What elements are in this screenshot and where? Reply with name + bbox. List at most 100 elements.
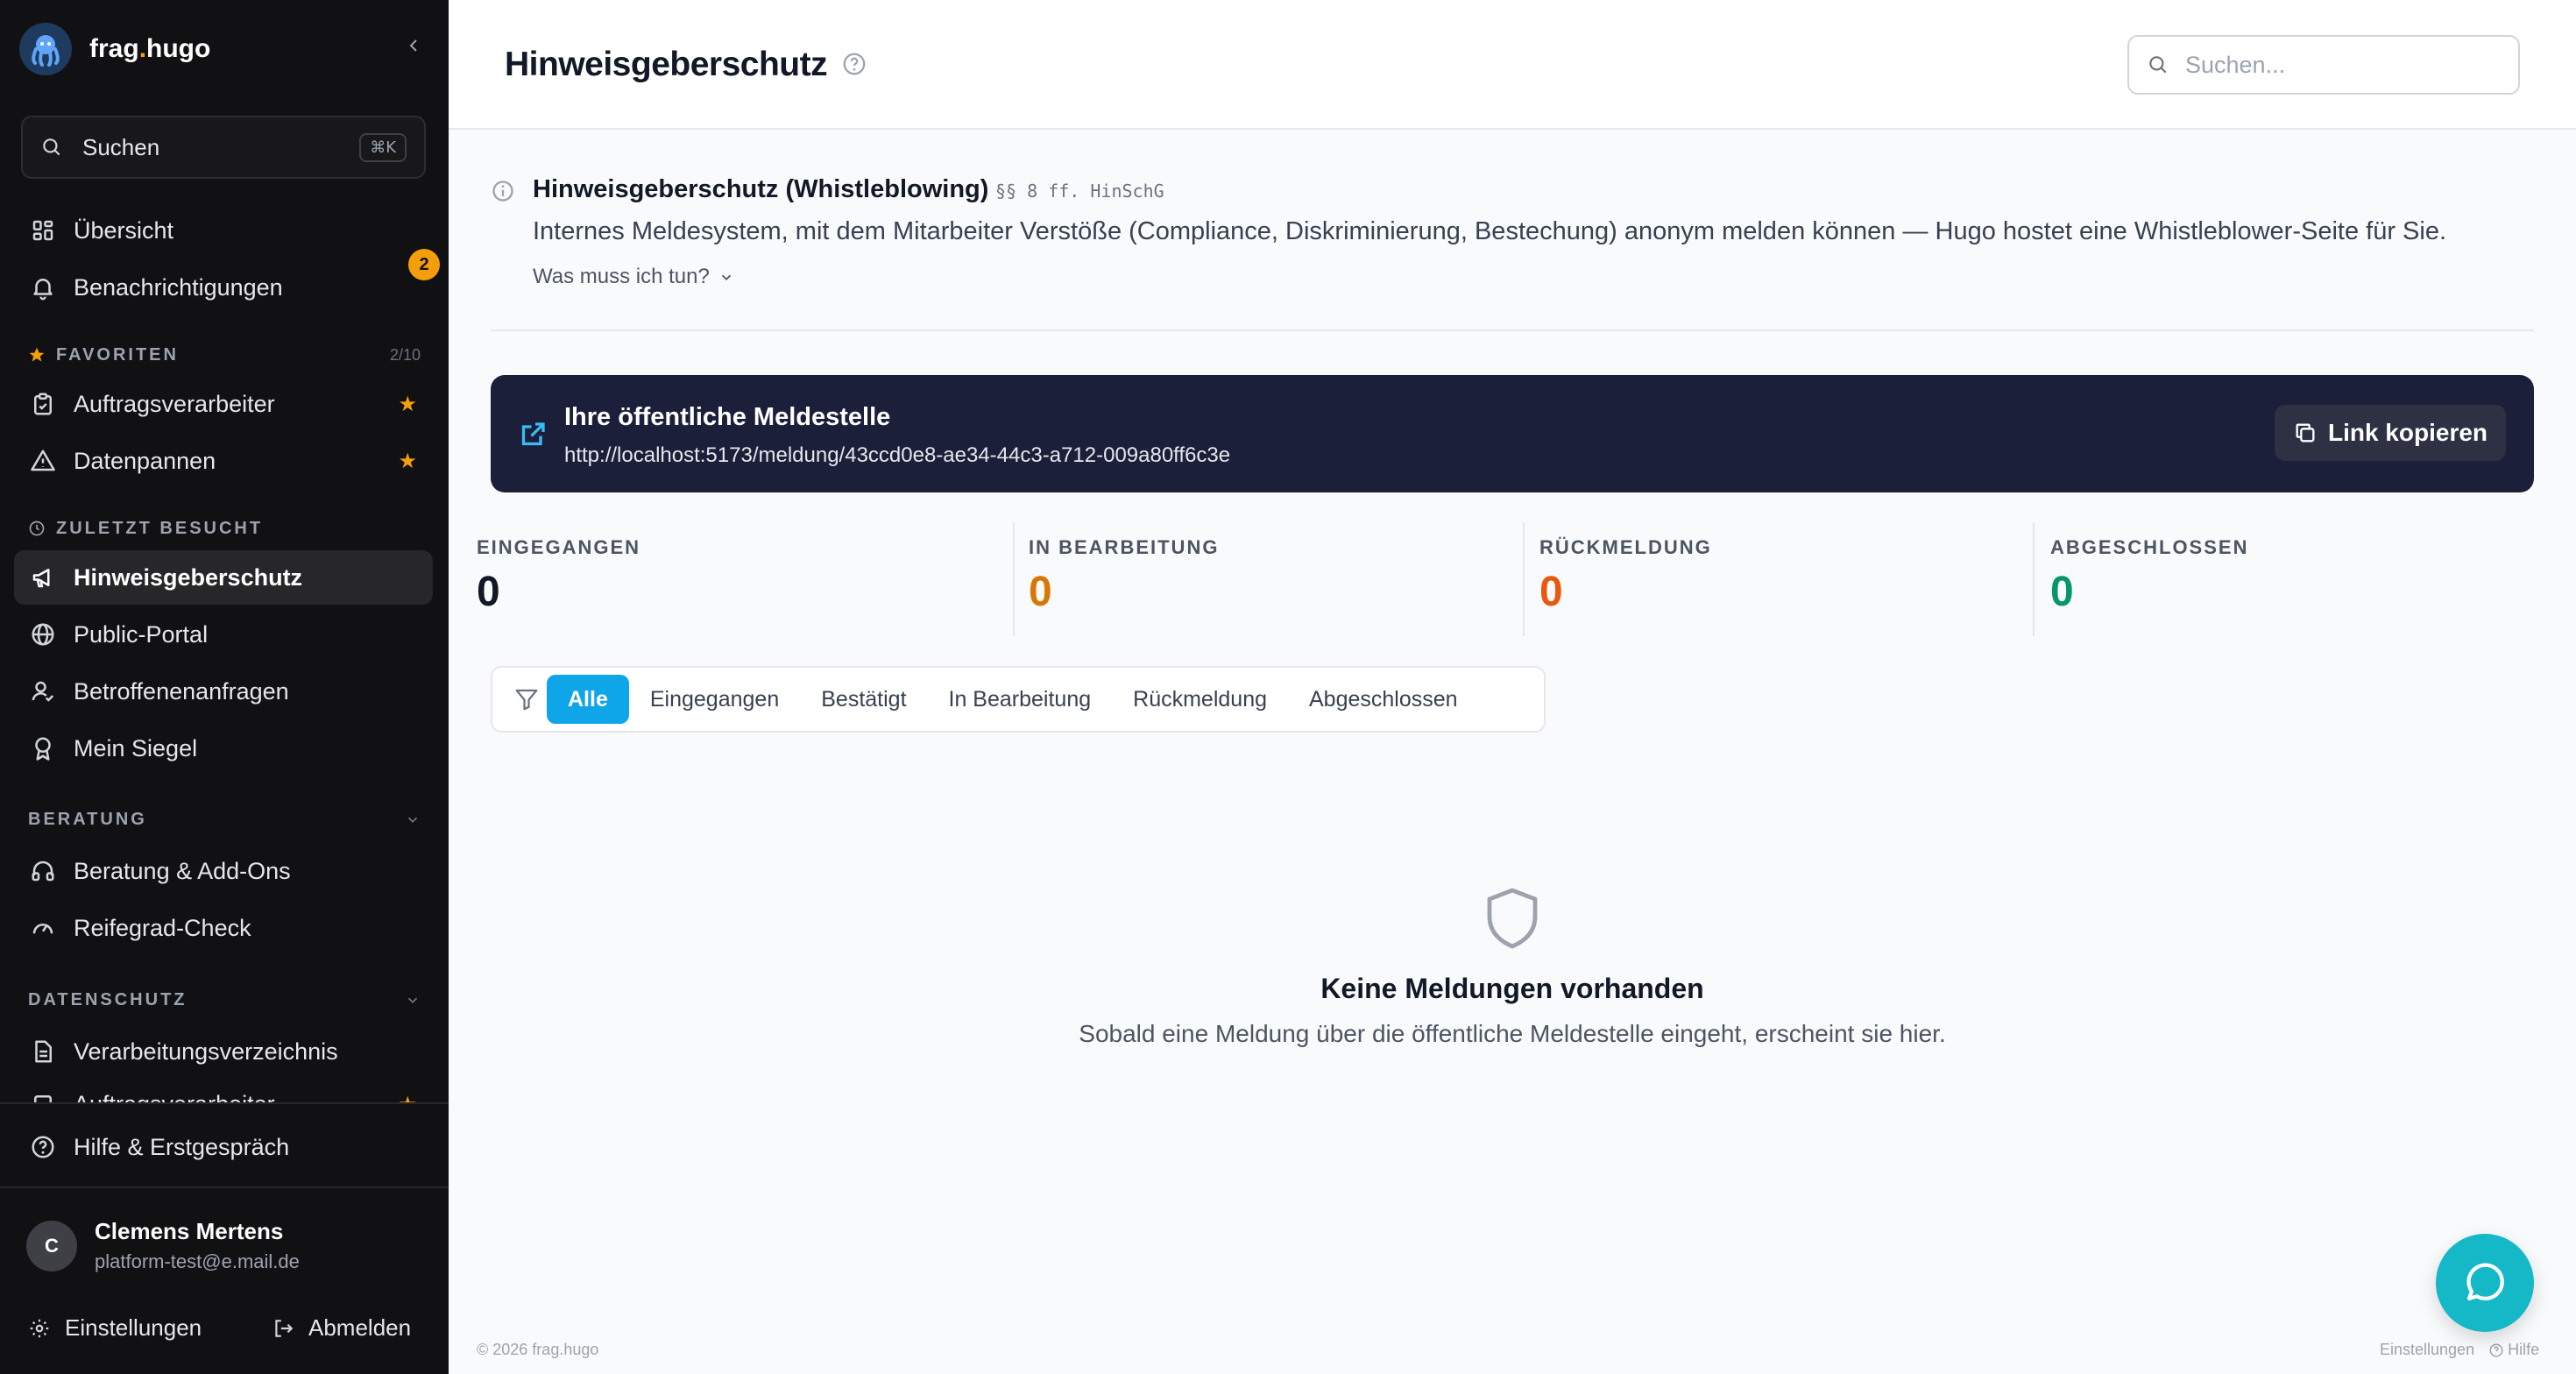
- filter-eingegangen[interactable]: Eingegangen: [629, 675, 800, 724]
- footer-settings-link[interactable]: Einstellungen: [2380, 1341, 2474, 1359]
- sidebar-search[interactable]: Suchen ⌘K: [21, 116, 426, 179]
- favorite-star-icon[interactable]: ★: [398, 449, 417, 474]
- user-name: Clemens Mertens: [95, 1218, 284, 1244]
- filter-rueckmeldung[interactable]: Rückmeldung: [1112, 675, 1288, 724]
- sidebar-item-label: Auftragsverarbeiter: [74, 390, 275, 417]
- sidebar-item-verarbeitungsverzeichnis[interactable]: Verarbeitungsverzeichnis: [14, 1024, 433, 1079]
- sidebar-item-reifegrad-check[interactable]: Reifegrad-Check: [14, 901, 433, 955]
- sidebar-item-label: Hinweisgeberschutz: [74, 563, 303, 591]
- copyright: © 2026 frag.hugo: [477, 1341, 599, 1358]
- sidebar-item-benachrichtigungen[interactable]: Benachrichtigungen: [14, 260, 433, 315]
- user-email: platform-test@e.mail.de: [95, 1250, 300, 1272]
- sidebar: frag.hugo Suchen ⌘K Übersicht Benachrich…: [0, 0, 449, 1374]
- chat-button[interactable]: [2436, 1234, 2534, 1332]
- sidebar-item-label: Benachrichtigungen: [74, 273, 283, 301]
- divider: [0, 1102, 449, 1104]
- banner-title: Ihre öffentliche Meldestelle: [564, 403, 891, 431]
- chevron-down-icon: [721, 274, 731, 280]
- stat-label: RÜCKMELDUNG: [1539, 536, 1712, 558]
- sidebar-item-auftragsverarbeiter-fav[interactable]: Auftragsverarbeiter ★: [14, 377, 433, 431]
- stat-label: IN BEARBEITUNG: [1029, 536, 1220, 558]
- sidebar-item-mein-siegel[interactable]: Mein Siegel: [14, 721, 433, 776]
- help-circle-icon[interactable]: [841, 51, 867, 77]
- sidebar-item-public-portal[interactable]: Public-Portal: [14, 607, 433, 662]
- help-circle-icon: [2489, 1343, 2503, 1356]
- user-check-icon: [32, 681, 54, 702]
- search-shortcut: ⌘K: [359, 132, 407, 162]
- chat-bubble-icon: [2466, 1263, 2504, 1301]
- sidebar-search-label: Suchen: [82, 133, 160, 160]
- favorite-star-icon[interactable]: ★: [398, 392, 417, 417]
- filter-alle[interactable]: Alle: [547, 675, 629, 724]
- sidebar-item-beratung-addons[interactable]: Beratung & Add-Ons: [14, 844, 433, 898]
- sidebar-item-label: Mein Siegel: [74, 734, 198, 761]
- stat-eingegangen: EINGEGANGEN 0: [477, 522, 640, 636]
- clipboard-icon: [34, 393, 52, 415]
- sidebar-item-hilfe[interactable]: Hilfe & Erstgespräch: [14, 1120, 433, 1174]
- divider: [1013, 522, 1015, 636]
- sidebar-item-uebersicht[interactable]: Übersicht: [14, 203, 433, 258]
- empty-state-subtitle: Sobald eine Meldung über die öffentliche…: [1079, 1020, 1946, 1047]
- law-reference: §§ 8 ff. HinSchG: [995, 181, 1164, 202]
- help-circle-icon: [32, 1136, 54, 1158]
- footer-links: Einstellungen Hilfe: [2369, 1341, 2539, 1359]
- sidebar-scroll-clip: Auftragsverarbeiter ★: [0, 1080, 449, 1104]
- divider: [1523, 522, 1525, 636]
- divider: [491, 329, 2534, 331]
- info-title: Hinweisgeberschutz (Whistleblowing): [533, 175, 989, 203]
- settings-link[interactable]: Einstellungen: [28, 1314, 202, 1342]
- search-icon: [2149, 56, 2167, 74]
- favorites-count: 2/10: [389, 345, 421, 364]
- stat-value: 0: [477, 569, 500, 615]
- avatar: C: [26, 1220, 77, 1271]
- sidebar-item-auftragsverarbeiter[interactable]: Auftragsverarbeiter ★: [14, 1080, 433, 1104]
- stat-abgeschlossen: ABGESCHLOSSEN 0: [2050, 522, 2248, 636]
- clock-icon: [29, 521, 45, 536]
- sidebar-item-betroffenenanfragen[interactable]: Betroffenenanfragen: [14, 664, 433, 719]
- filter-abgeschlossen[interactable]: Abgeschlossen: [1288, 675, 1479, 724]
- sidebar-item-datenpannen-fav[interactable]: Datenpannen ★: [14, 434, 433, 488]
- copy-link-button[interactable]: Link kopieren: [2275, 405, 2506, 461]
- filter-bestaetigt[interactable]: Bestätigt: [800, 675, 927, 724]
- filter-in-bearbeitung[interactable]: In Bearbeitung: [928, 675, 1113, 724]
- sidebar-item-hinweisgeberschutz[interactable]: Hinweisgeberschutz: [14, 550, 433, 605]
- stat-value: 0: [1029, 569, 1052, 615]
- copy-icon: [2296, 423, 2315, 443]
- reporting-url[interactable]: http://localhost:5173/meldung/43ccd0e8-a…: [564, 443, 1230, 468]
- search-input[interactable]: [2185, 51, 2501, 79]
- bell-icon: [33, 279, 53, 301]
- star-icon: [29, 347, 45, 362]
- public-reporting-banner: Ihre öffentliche Meldestelle http://loca…: [491, 375, 2534, 492]
- sidebar-item-label: Betroffenenanfragen: [74, 677, 289, 705]
- datenschutz-section-header[interactable]: DATENSCHUTZ: [28, 987, 421, 1013]
- stat-in-bearbeitung: IN BEARBEITUNG 0: [1029, 522, 1219, 636]
- info-description: Internes Meldesystem, mit dem Mitarbeite…: [533, 217, 2447, 245]
- divider: [2033, 522, 2035, 636]
- notification-count-badge: 2: [408, 249, 440, 280]
- sidebar-item-label: Übersicht: [74, 216, 174, 244]
- warning-icon: [31, 450, 55, 471]
- stat-label: ABGESCHLOSSEN: [2050, 536, 2249, 558]
- octopus-logo-icon: [19, 23, 72, 75]
- footer-help-link[interactable]: Hilfe: [2508, 1341, 2539, 1359]
- what-to-do-toggle[interactable]: Was muss ich tun?: [533, 265, 734, 289]
- recent-section-header: ZULETZT BESUCHT: [28, 515, 421, 542]
- beratung-section-header[interactable]: BERATUNG: [28, 806, 421, 832]
- external-link-icon[interactable]: [517, 419, 548, 450]
- brand[interactable]: frag.hugo: [19, 21, 210, 77]
- logout-icon: [275, 1319, 294, 1337]
- file-text-icon: [35, 1040, 52, 1063]
- megaphone-icon: [32, 569, 50, 588]
- logout-link[interactable]: Abmelden: [272, 1314, 411, 1342]
- stat-label: EINGEGANGEN: [477, 536, 641, 558]
- chevron-down-icon: [407, 997, 418, 1003]
- globe-icon: [32, 623, 54, 646]
- global-search[interactable]: [2127, 35, 2520, 95]
- collapse-sidebar-button[interactable]: [401, 33, 426, 58]
- sidebar-item-label: Datenpannen: [74, 447, 216, 474]
- stat-rueckmeldung: RÜCKMELDUNG 0: [1539, 522, 1712, 636]
- user-profile[interactable]: C Clemens Mertens platform-test@e.mail.d…: [26, 1218, 300, 1273]
- search-icon: [43, 138, 60, 156]
- sidebar-item-label: Verarbeitungsverzeichnis: [74, 1038, 338, 1065]
- sidebar-item-label: Reifegrad-Check: [74, 914, 251, 941]
